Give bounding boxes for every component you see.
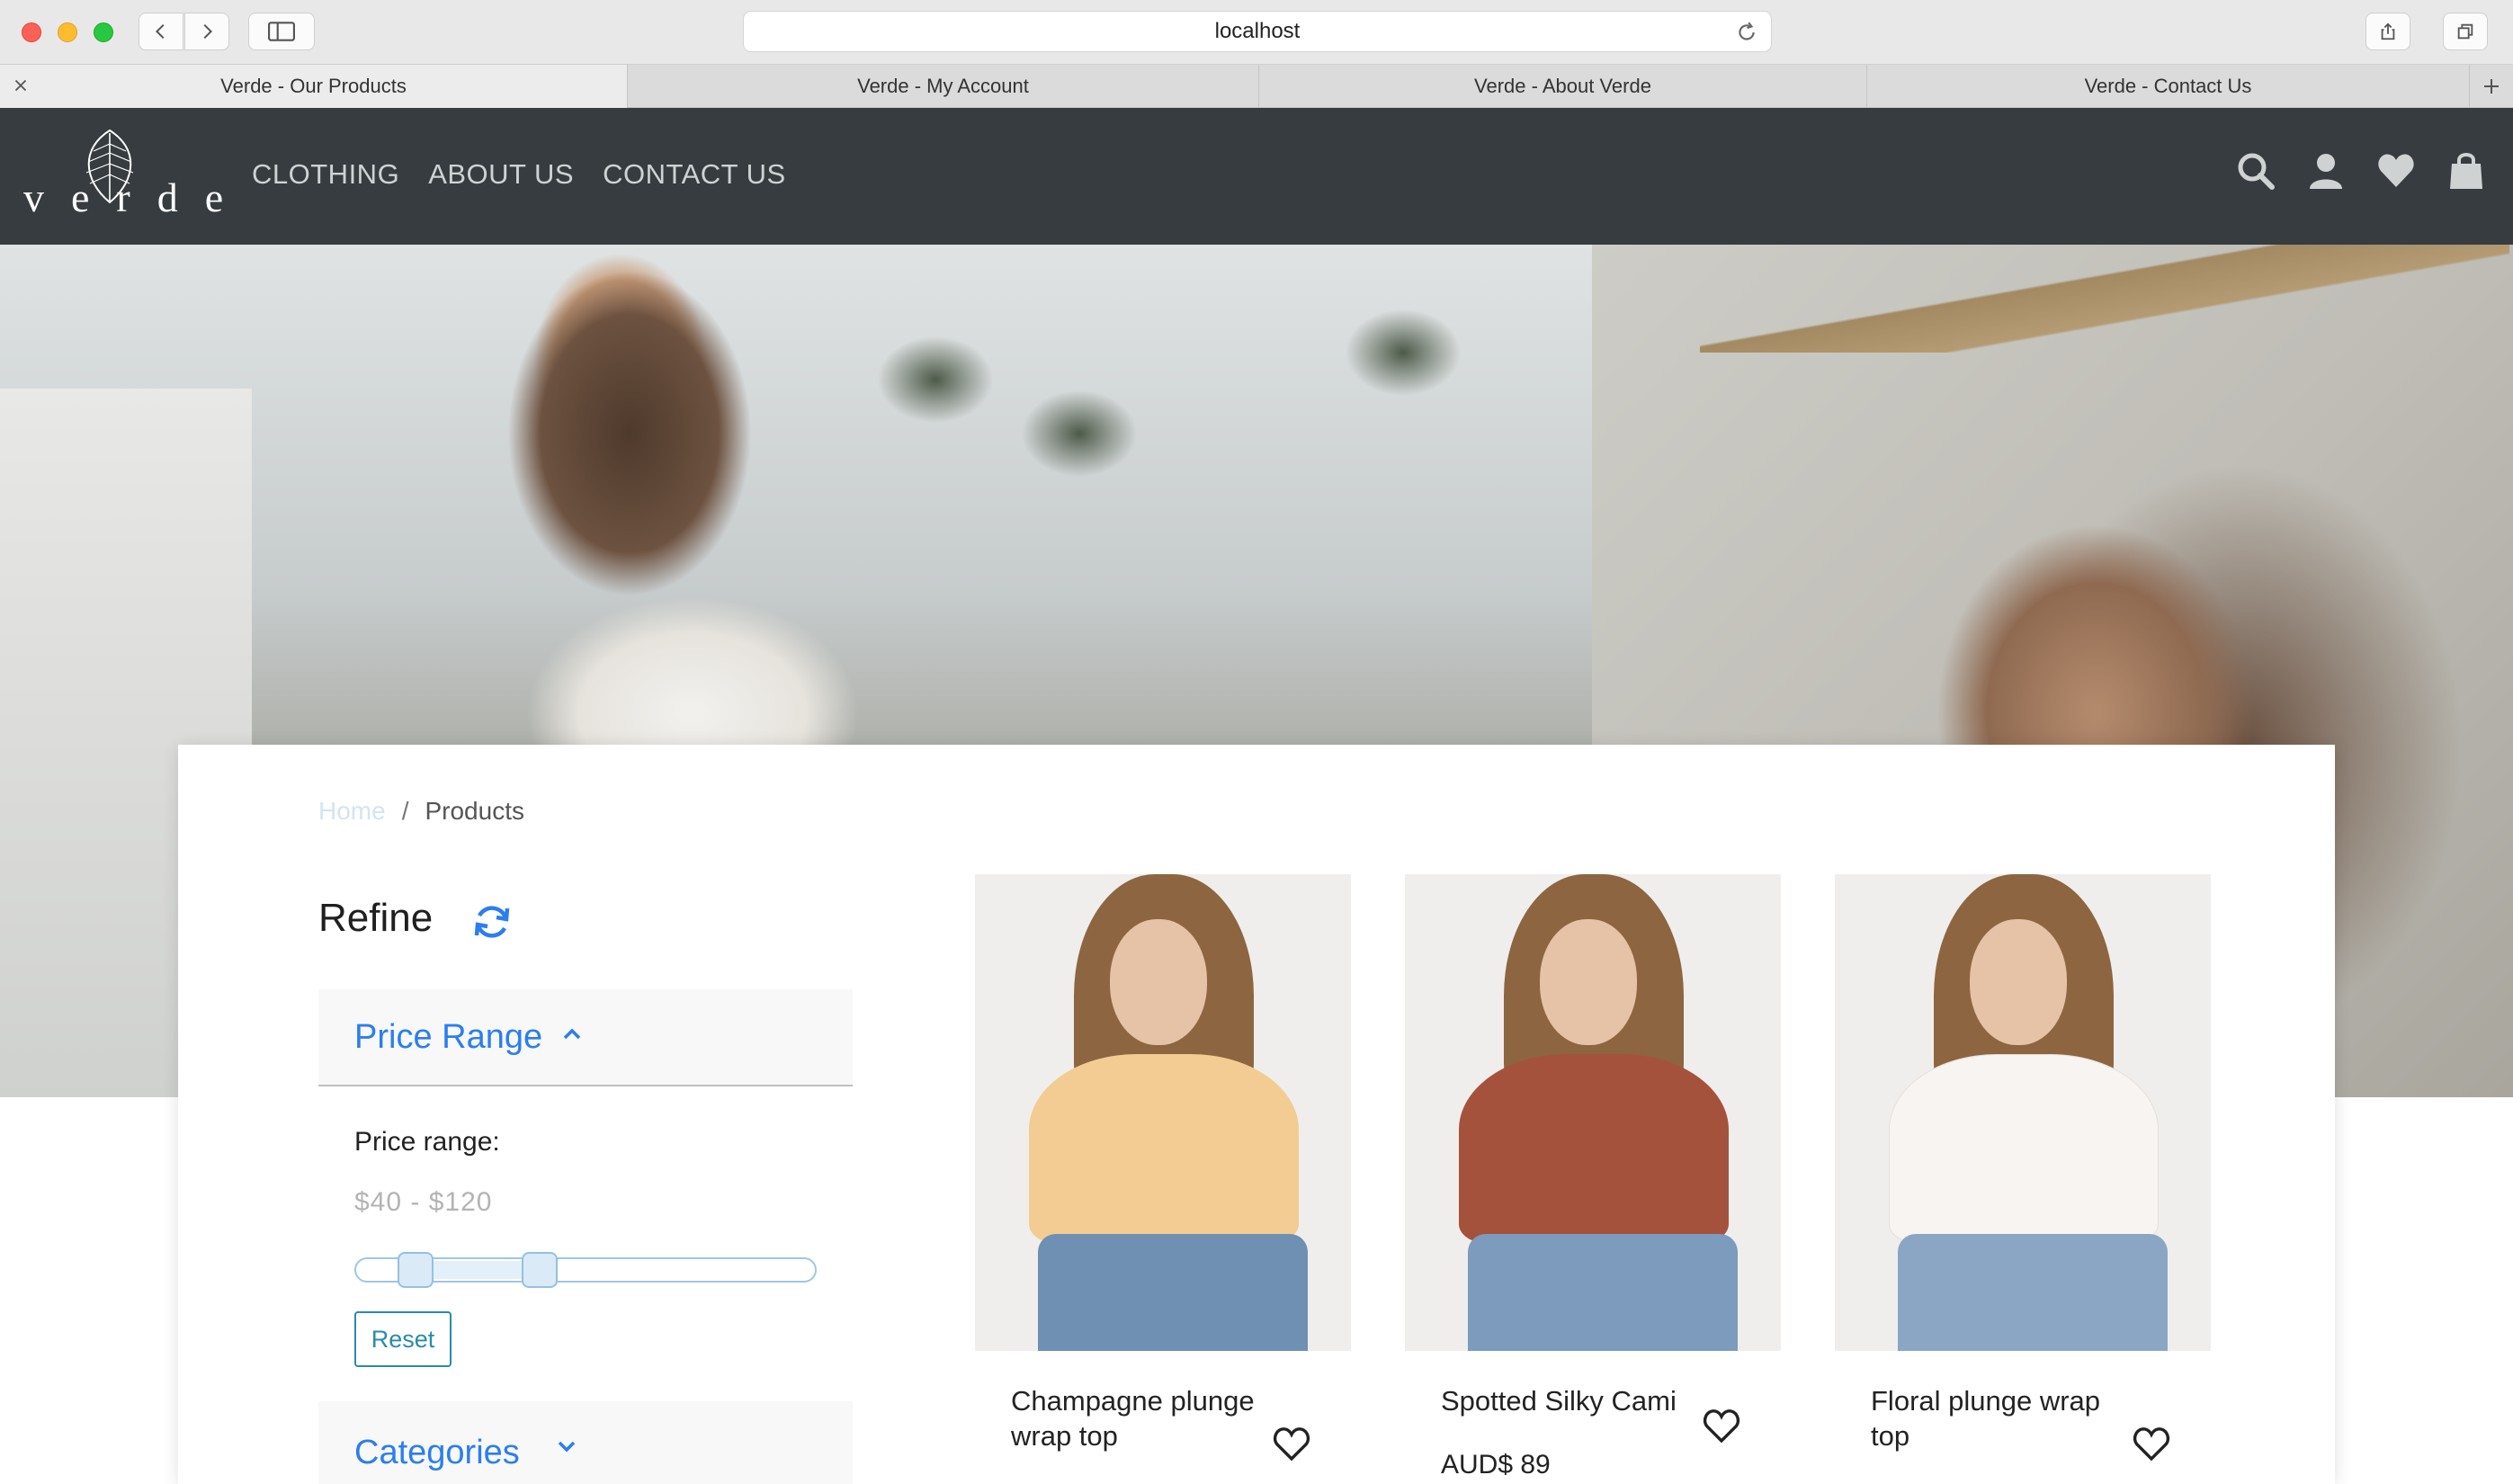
nav-contact-us[interactable]: CONTACT US [603,158,786,191]
sidebar-toggle-button[interactable] [248,13,315,50]
site-header: verde CLOTHING ABOUT US CONTACT US [0,108,2513,245]
hero-palm-shape [1007,380,1151,757]
new-tab-button[interactable] [2470,65,2513,108]
browser-titlebar: localhost [0,0,2513,65]
product-face-shape [1540,919,1637,1045]
product-card[interactable]: Floral plunge wrap top [1835,874,2211,1462]
product-face-shape [1970,919,2067,1045]
header-icons [2236,151,2486,191]
categories-panel-header[interactable]: Categories [318,1401,853,1484]
product-name[interactable]: Champagne plunge wrap top [1011,1383,1281,1453]
product-top-shape [1459,1054,1729,1243]
breadcrumb-current: Products [425,797,524,825]
wishlist-heart-icon[interactable] [1702,1407,1741,1444]
product-jeans-shape [1898,1234,2168,1351]
hero-palm-shape [1331,299,1475,676]
tabs-overview-icon [2457,23,2473,40]
product-face-shape [1110,919,1207,1045]
user-icon[interactable] [2306,151,2346,191]
tab-label: Verde - Contact Us [2084,75,2252,97]
tab-label: Verde - My Account [857,75,1029,97]
wishlist-heart-icon[interactable] [1272,1425,1311,1462]
breadcrumb: Home / Products [318,797,524,826]
tab-label: Verde - Our Products [220,75,407,97]
zoom-window-button[interactable] [94,22,113,42]
forward-button[interactable] [184,13,229,50]
share-button[interactable] [2365,13,2410,50]
slider-handle-max[interactable] [522,1252,558,1288]
price-range-value: $40 - $120 [354,1187,493,1217]
product-jeans-shape [1468,1234,1738,1351]
product-name[interactable]: Floral plunge wrap top [1871,1383,2141,1453]
close-tab-icon[interactable] [11,76,31,95]
chevron-down-icon [558,1441,576,1453]
reset-price-button[interactable]: Reset [354,1311,452,1367]
product-image[interactable] [975,874,1351,1351]
categories-title: Categories [354,1434,520,1471]
product-card[interactable]: Champagne plunge wrap top [975,874,1351,1462]
tab-my-account[interactable]: Verde - My Account [628,65,1259,108]
price-range-label: Price range: [354,1127,500,1157]
price-range-panel-header[interactable]: Price Range [318,989,853,1086]
url-text: localhost [1214,19,1301,43]
logo-wordmark: verde [23,174,251,220]
chevron-up-icon [563,1028,581,1040]
show-tabs-button[interactable] [2443,13,2488,50]
reload-icon[interactable] [1735,21,1758,44]
products-content-card: Home / Products Refine Price Range Price… [178,745,2335,1484]
chevron-right-icon [203,23,213,40]
sidebar-icon [268,22,295,41]
tab-label: Verde - About Verde [1474,75,1651,97]
slider-handle-min[interactable] [398,1252,434,1288]
breadcrumb-home-link[interactable]: Home [318,797,386,826]
price-range-slider[interactable] [354,1252,817,1288]
minimize-window-button[interactable] [58,22,77,42]
product-card[interactable]: Spotted Silky Cami AUD$ 89 [1405,874,1781,1480]
close-window-button[interactable] [22,22,41,42]
product-price: AUD$ 89 [1441,1450,1551,1480]
address-bar[interactable]: localhost [743,11,1772,52]
wishlist-heart-icon[interactable] [2132,1425,2171,1462]
heart-icon[interactable] [2376,151,2416,191]
hero-rope-shape [1700,245,2509,353]
product-jeans-shape [1038,1234,1308,1351]
product-top-shape [1029,1054,1299,1243]
back-button[interactable] [139,13,183,50]
product-image[interactable] [1835,874,2211,1351]
product-top-shape [1889,1054,2159,1243]
refresh-filters-icon[interactable] [471,901,513,943]
hero-palm-shape [863,326,1007,703]
tab-about-verde[interactable]: Verde - About Verde [1259,65,1867,108]
breadcrumb-separator: / [401,797,409,825]
share-icon [2381,22,2395,40]
main-nav: CLOTHING ABOUT US CONTACT US [252,158,786,191]
product-image[interactable] [1405,874,1781,1351]
nav-clothing[interactable]: CLOTHING [252,158,399,191]
refine-title: Refine [318,896,434,940]
nav-about-us[interactable]: ABOUT US [428,158,574,191]
product-name[interactable]: Spotted Silky Cami [1441,1383,1711,1418]
price-range-title: Price Range [354,1018,543,1056]
shopping-bag-icon[interactable] [2446,151,2486,191]
search-icon[interactable] [2236,151,2276,191]
tab-contact-us[interactable]: Verde - Contact Us [1867,65,2470,108]
chevron-left-icon [155,23,165,40]
tab-bar: Verde - Our Products Verde - My Account … [0,65,2513,108]
verde-logo[interactable]: verde [23,126,251,230]
plus-icon [2484,79,2499,94]
tab-our-products[interactable]: Verde - Our Products [0,65,628,108]
